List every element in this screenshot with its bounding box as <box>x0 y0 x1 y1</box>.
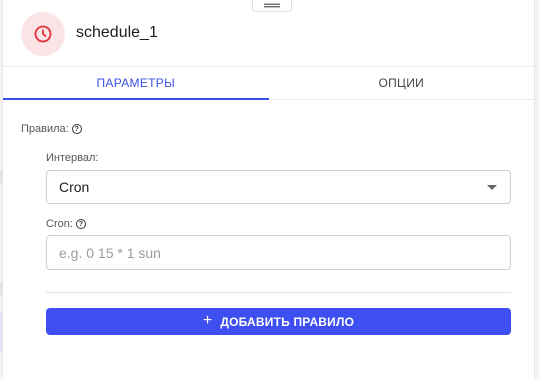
plus-icon: + <box>202 311 213 329</box>
add-rule-button[interactable]: + ДОБАВИТЬ ПРАВИЛО <box>46 308 511 335</box>
grip-dots-icon <box>264 3 280 8</box>
caret-down-icon <box>487 185 497 190</box>
divider <box>46 292 511 293</box>
help-icon[interactable]: ? <box>71 124 82 134</box>
interval-select[interactable]: Cron <box>46 170 511 204</box>
help-icon[interactable]: ? <box>75 219 86 229</box>
node-settings-panel: schedule_1 ПАРАМЕТРЫ ОПЦИИ Правила: ? Ин… <box>2 0 535 379</box>
tab-parameters[interactable]: ПАРАМЕТРЫ <box>3 67 269 100</box>
drag-handle[interactable] <box>252 0 292 12</box>
interval-label: Интервал: <box>46 152 98 164</box>
clock-icon <box>34 25 52 43</box>
interval-select-value: Cron <box>59 179 90 195</box>
rules-label: Правила: ? <box>21 123 82 135</box>
add-rule-button-label: ДОБАВИТЬ ПРАВИЛО <box>220 314 355 329</box>
tab-options[interactable]: ОПЦИИ <box>269 67 535 99</box>
rules-label-text: Правила: <box>21 123 69 135</box>
node-title: schedule_1 <box>76 24 158 41</box>
cron-label-text: Cron: <box>46 218 73 230</box>
tab-bar: ПАРАМЕТРЫ ОПЦИИ <box>3 66 534 100</box>
interval-label-text: Интервал: <box>46 152 99 164</box>
stage: schedule_1 ПАРАМЕТРЫ ОПЦИИ Правила: ? Ин… <box>0 0 539 379</box>
cron-label: Cron: ? <box>46 218 86 230</box>
cron-input[interactable] <box>46 235 511 270</box>
node-icon-badge <box>21 12 65 56</box>
